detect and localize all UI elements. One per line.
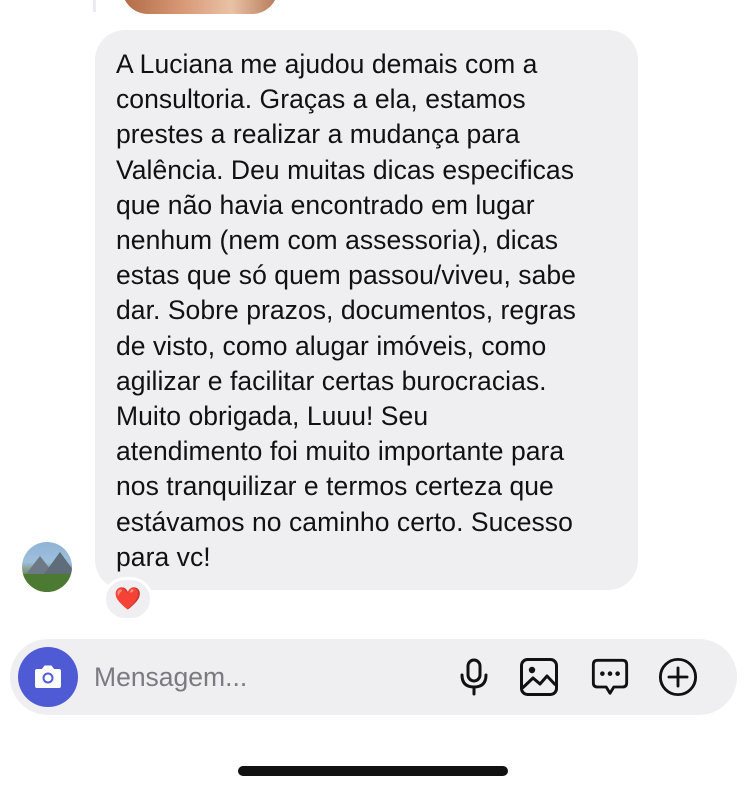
home-indicator[interactable] (238, 766, 508, 776)
microphone-icon (460, 658, 488, 696)
sender-avatar[interactable] (22, 542, 72, 592)
message-text: A Luciana me ajudou demais com a consult… (116, 49, 576, 572)
avatar-mountain (44, 552, 72, 574)
sticker-icon (591, 658, 629, 695)
plus-icon (658, 657, 698, 697)
heart-reaction[interactable]: ❤️ (103, 577, 153, 621)
avatar-meadow (22, 574, 72, 592)
camera-button[interactable] (18, 647, 78, 707)
message-composer (10, 639, 737, 715)
previous-message-edge (93, 0, 96, 12)
gallery-button[interactable] (519, 657, 559, 697)
microphone-button[interactable] (454, 657, 494, 697)
heart-icon: ❤️ (114, 586, 142, 611)
sticker-button[interactable] (590, 657, 630, 697)
chat-screen: A Luciana me ajudou demais com a consult… (0, 0, 750, 787)
camera-icon (35, 665, 61, 688)
previous-photo-message[interactable] (122, 0, 278, 14)
received-message-bubble[interactable]: A Luciana me ajudou demais com a consult… (95, 30, 638, 590)
more-button[interactable] (658, 657, 698, 697)
message-input[interactable] (94, 659, 424, 695)
gallery-icon (520, 658, 558, 696)
